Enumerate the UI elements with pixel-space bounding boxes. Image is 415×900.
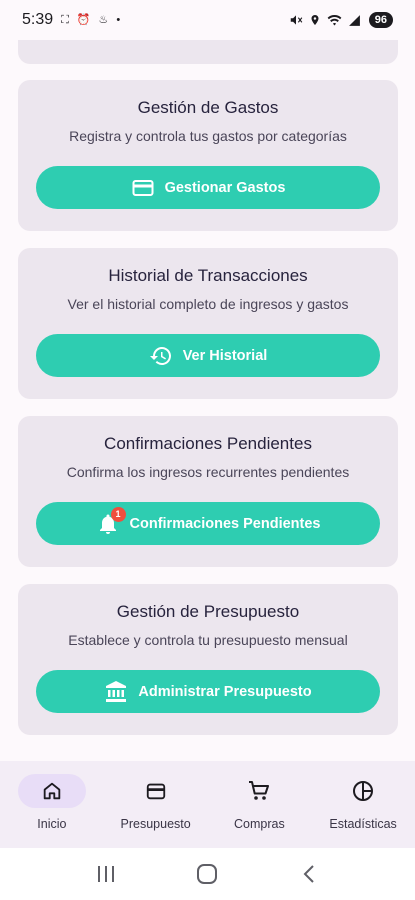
- button-label: Confirmaciones Pendientes: [129, 515, 321, 532]
- nav-label: Compras: [234, 817, 285, 831]
- card-description: Establece y controla tu presupuesto mens…: [68, 632, 348, 648]
- status-right: 96: [289, 12, 393, 28]
- dot-icon: •: [116, 13, 121, 26]
- mute-icon: [290, 15, 303, 25]
- card-title: Gestión de Presupuesto: [116, 602, 300, 621]
- battery-indicator: 96: [368, 12, 393, 28]
- nav-icon-wrapper: [329, 774, 397, 808]
- bell-icon: 1: [96, 506, 126, 536]
- notification-badge: 1: [110, 506, 126, 522]
- wallet-icon: [146, 783, 165, 800]
- back-icon: [303, 865, 314, 883]
- card-description: Ver el historial completo de ingresos y …: [67, 296, 349, 312]
- history-icon: [149, 344, 173, 368]
- home-system-button[interactable]: [192, 859, 222, 889]
- budget-card: Gestión de Presupuesto Establece y contr…: [18, 584, 398, 735]
- status-bar: 5:39 ⛶ ⏰ ♨ • 96: [0, 0, 415, 40]
- signal-icon: [348, 14, 360, 26]
- home-circle-icon: [197, 864, 218, 884]
- status-left: 5:39 ⛶ ⏰ ♨ •: [22, 11, 120, 29]
- status-time: 5:39: [22, 11, 54, 28]
- bank-icon: [104, 680, 128, 704]
- wifi-icon: [327, 14, 342, 25]
- cart-icon: [249, 781, 270, 800]
- button-label: Gestionar Gastos: [164, 179, 286, 196]
- view-history-button[interactable]: Ver Historial: [36, 334, 380, 377]
- card-description: Registra y controla tus gastos por categ…: [69, 128, 347, 144]
- nav-label: Inicio: [37, 817, 67, 831]
- partial-card: [18, 40, 398, 64]
- screenshot-icon: ⛶: [61, 13, 69, 26]
- button-label: Ver Historial: [182, 347, 268, 364]
- nav-item-estadisticas[interactable]: Estadísticas: [311, 761, 415, 848]
- home-icon: [43, 782, 61, 800]
- alarm-icon: ⏰: [76, 13, 91, 26]
- nav-label: Presupuesto: [120, 817, 191, 831]
- card-title: Gestión de Gastos: [137, 98, 279, 117]
- nav-icon-wrapper: [122, 774, 190, 808]
- card-title: Confirmaciones Pendientes: [104, 434, 312, 453]
- nav-item-inicio[interactable]: Inicio: [0, 761, 104, 848]
- system-navigation-bar: [0, 848, 415, 900]
- nav-icon-wrapper: [225, 774, 293, 808]
- recent-apps-icon: [97, 866, 114, 882]
- credit-card-icon: [131, 176, 155, 200]
- card-description: Confirma los ingresos recurrentes pendie…: [66, 464, 350, 480]
- nav-label: Estadísticas: [329, 817, 397, 831]
- pending-confirmations-card: Confirmaciones Pendientes Confirma los i…: [18, 416, 398, 567]
- manage-expenses-button[interactable]: Gestionar Gastos: [36, 166, 380, 209]
- manage-budget-button[interactable]: Administrar Presupuesto: [36, 670, 380, 713]
- app-notification-icon: ♨: [98, 13, 109, 26]
- button-label: Administrar Presupuesto: [138, 683, 312, 700]
- nav-item-compras[interactable]: Compras: [208, 761, 312, 848]
- bottom-navigation: Inicio Presupuesto Compras Estadísticas: [0, 761, 415, 848]
- pending-confirmations-button[interactable]: 1 Confirmaciones Pendientes: [36, 502, 380, 545]
- main-content: Gestión de Gastos Registra y controla tu…: [0, 40, 415, 760]
- nav-active-indicator: [17, 774, 86, 808]
- card-title: Historial de Transacciones: [108, 266, 308, 285]
- pie-chart-icon: [353, 781, 374, 801]
- back-button[interactable]: [294, 859, 324, 889]
- expenses-card: Gestión de Gastos Registra y controla tu…: [18, 80, 398, 231]
- recent-apps-button[interactable]: [91, 859, 121, 889]
- history-card: Historial de Transacciones Ver el histor…: [18, 248, 398, 399]
- location-icon: [311, 15, 319, 25]
- nav-item-presupuesto[interactable]: Presupuesto: [104, 761, 208, 848]
